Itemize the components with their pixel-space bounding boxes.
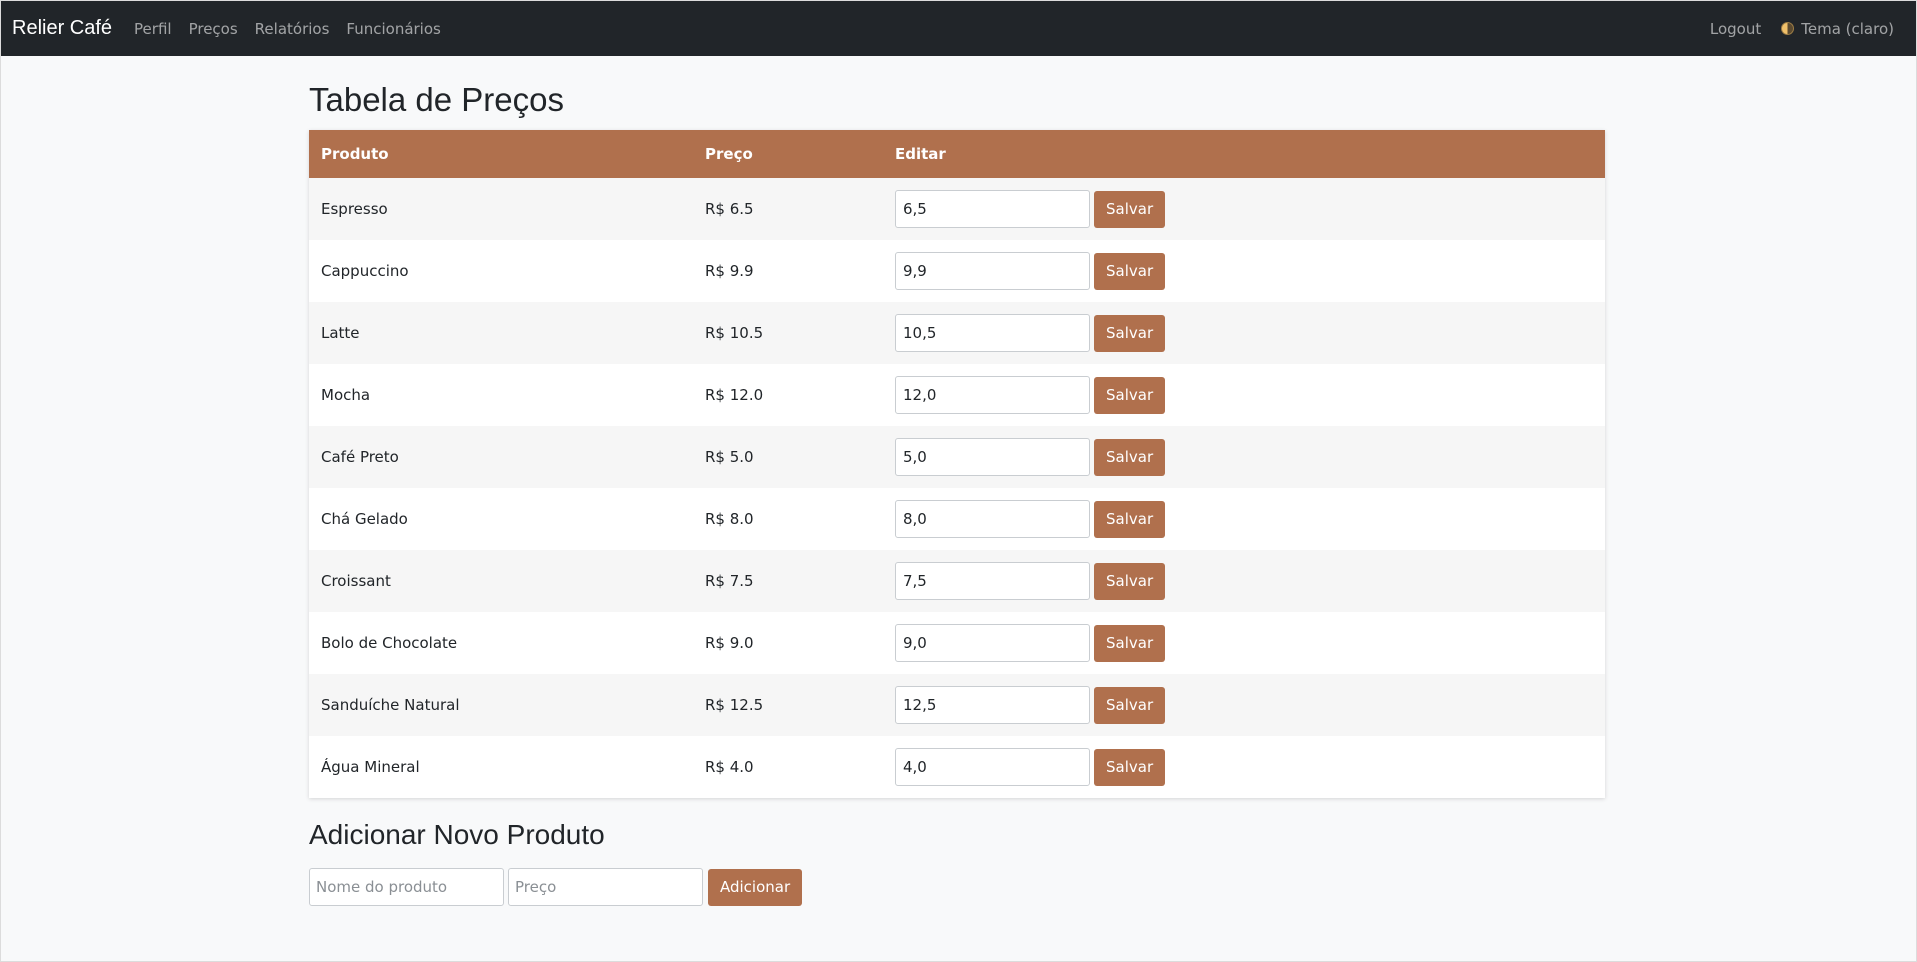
add-product-form: Adicionar bbox=[309, 868, 1605, 906]
theme-toggle-label: Tema (claro) bbox=[1801, 19, 1894, 38]
save-button[interactable]: Salvar bbox=[1094, 252, 1166, 290]
nav-links: Perfil Preços Relatórios Funcionários bbox=[134, 20, 441, 38]
header-editar: Editar bbox=[895, 145, 946, 163]
nav-link-precos[interactable]: Preços bbox=[189, 20, 238, 38]
top-navbar: Relier Café Perfil Preços Relatórios Fun… bbox=[1, 1, 1916, 56]
product-name-cell: Cappuccino bbox=[321, 262, 409, 280]
product-name-cell: Croissant bbox=[321, 572, 391, 590]
header-produto: Produto bbox=[321, 145, 389, 163]
product-name-cell: Café Preto bbox=[321, 448, 399, 466]
save-button[interactable]: Salvar bbox=[1094, 624, 1166, 662]
edit-controls: Salvar bbox=[895, 686, 1593, 724]
table-row: Espresso R$ 6.5 Salvar bbox=[309, 178, 1605, 240]
table-row: Sanduíche Natural R$ 12.5 Salvar bbox=[309, 674, 1605, 736]
save-button[interactable]: Salvar bbox=[1094, 376, 1166, 414]
edit-cell: Salvar bbox=[883, 302, 1605, 364]
save-button[interactable]: Salvar bbox=[1094, 686, 1166, 724]
price-edit-input[interactable] bbox=[895, 686, 1090, 724]
price-edit-input[interactable] bbox=[895, 252, 1090, 290]
nav-right: Logout Tema (claro) bbox=[1710, 20, 1905, 38]
table-row: Mocha R$ 12.0 Salvar bbox=[309, 364, 1605, 426]
table-row: Bolo de Chocolate R$ 9.0 Salvar bbox=[309, 612, 1605, 674]
price-edit-input[interactable] bbox=[895, 314, 1090, 352]
edit-controls: Salvar bbox=[895, 624, 1593, 662]
edit-controls: Salvar bbox=[895, 314, 1593, 352]
price-edit-input[interactable] bbox=[895, 500, 1090, 538]
product-name-cell: Água Mineral bbox=[321, 758, 420, 776]
edit-cell: Salvar bbox=[883, 426, 1605, 488]
product-price-cell: R$ 10.5 bbox=[705, 324, 764, 342]
product-price-input[interactable] bbox=[508, 868, 703, 906]
save-button[interactable]: Salvar bbox=[1094, 190, 1166, 228]
product-name-cell: Sanduíche Natural bbox=[321, 696, 460, 714]
product-price-cell: R$ 9.0 bbox=[705, 634, 754, 652]
add-product-button[interactable]: Adicionar bbox=[708, 868, 803, 906]
product-price-cell: R$ 5.0 bbox=[705, 448, 754, 466]
table-row: Cappuccino R$ 9.9 Salvar bbox=[309, 240, 1605, 302]
edit-cell: Salvar bbox=[883, 736, 1605, 798]
edit-controls: Salvar bbox=[895, 190, 1593, 228]
product-name-input[interactable] bbox=[309, 868, 504, 906]
product-name-cell: Bolo de Chocolate bbox=[321, 634, 458, 652]
table-row: Café Preto R$ 5.0 Salvar bbox=[309, 426, 1605, 488]
edit-cell: Salvar bbox=[883, 240, 1605, 302]
page-title: Tabela de Preços bbox=[309, 81, 564, 118]
table-row: Croissant R$ 7.5 Salvar bbox=[309, 550, 1605, 612]
edit-cell: Salvar bbox=[883, 612, 1605, 674]
nav-link-perfil[interactable]: Perfil bbox=[134, 20, 172, 38]
product-name-cell: Latte bbox=[321, 324, 360, 342]
edit-cell: Salvar bbox=[883, 674, 1605, 736]
nav-link-relatorios[interactable]: Relatórios bbox=[255, 20, 330, 38]
theme-icon bbox=[1781, 22, 1795, 35]
price-table-container: Produto Preço Editar Espresso R$ 6.5 Salva… bbox=[309, 130, 1605, 798]
product-price-cell: R$ 8.0 bbox=[705, 510, 754, 528]
product-price-cell: R$ 7.5 bbox=[705, 572, 754, 590]
table-row: Água Mineral R$ 4.0 Salvar bbox=[309, 736, 1605, 798]
price-edit-input[interactable] bbox=[895, 376, 1090, 414]
edit-controls: Salvar bbox=[895, 562, 1593, 600]
price-edit-input[interactable] bbox=[895, 562, 1090, 600]
edit-controls: Salvar bbox=[895, 252, 1593, 290]
edit-cell: Salvar bbox=[883, 550, 1605, 612]
edit-controls: Salvar bbox=[895, 376, 1593, 414]
product-name-cell: Mocha bbox=[321, 386, 371, 404]
price-edit-input[interactable] bbox=[895, 748, 1090, 786]
theme-toggle[interactable]: Tema (claro) bbox=[1781, 20, 1894, 38]
edit-controls: Salvar bbox=[895, 748, 1593, 786]
table-header-row: Produto Preço Editar bbox=[309, 130, 1605, 178]
save-button[interactable]: Salvar bbox=[1094, 314, 1166, 352]
save-button[interactable]: Salvar bbox=[1094, 500, 1166, 538]
edit-controls: Salvar bbox=[895, 438, 1593, 476]
edit-cell: Salvar bbox=[883, 178, 1605, 240]
product-price-cell: R$ 6.5 bbox=[705, 200, 754, 218]
save-button[interactable]: Salvar bbox=[1094, 562, 1166, 600]
product-name-cell: Chá Gelado bbox=[321, 510, 408, 528]
product-price-cell: R$ 4.0 bbox=[705, 758, 754, 776]
app-window: Relier Café Perfil Preços Relatórios Fun… bbox=[0, 0, 1917, 962]
header-preco: Preço bbox=[705, 145, 753, 163]
price-table: Produto Preço Editar Espresso R$ 6.5 Salva… bbox=[309, 130, 1605, 798]
edit-controls: Salvar bbox=[895, 500, 1593, 538]
main-content: Tabela de Preços Produto Preço Editar Es… bbox=[309, 56, 1605, 906]
product-price-cell: R$ 12.0 bbox=[705, 386, 764, 404]
price-edit-input[interactable] bbox=[895, 438, 1090, 476]
edit-cell: Salvar bbox=[883, 488, 1605, 550]
save-button[interactable]: Salvar bbox=[1094, 438, 1166, 476]
product-name-cell: Espresso bbox=[321, 200, 388, 218]
table-row: Latte R$ 10.5 Salvar bbox=[309, 302, 1605, 364]
logout-link[interactable]: Logout bbox=[1710, 20, 1761, 38]
product-price-cell: R$ 12.5 bbox=[705, 696, 764, 714]
edit-cell: Salvar bbox=[883, 364, 1605, 426]
nav-link-funcionarios[interactable]: Funcionários bbox=[346, 20, 440, 38]
table-body: Espresso R$ 6.5 Salvar Cappuccino R$ 9.9 Salv… bbox=[309, 178, 1605, 798]
brand-logo[interactable]: Relier Café bbox=[12, 17, 112, 40]
price-edit-input[interactable] bbox=[895, 190, 1090, 228]
table-row: Chá Gelado R$ 8.0 Salvar bbox=[309, 488, 1605, 550]
price-edit-input[interactable] bbox=[895, 624, 1090, 662]
product-price-cell: R$ 9.9 bbox=[705, 262, 754, 280]
save-button[interactable]: Salvar bbox=[1094, 748, 1166, 786]
add-product-title: Adicionar Novo Produto bbox=[309, 819, 605, 850]
